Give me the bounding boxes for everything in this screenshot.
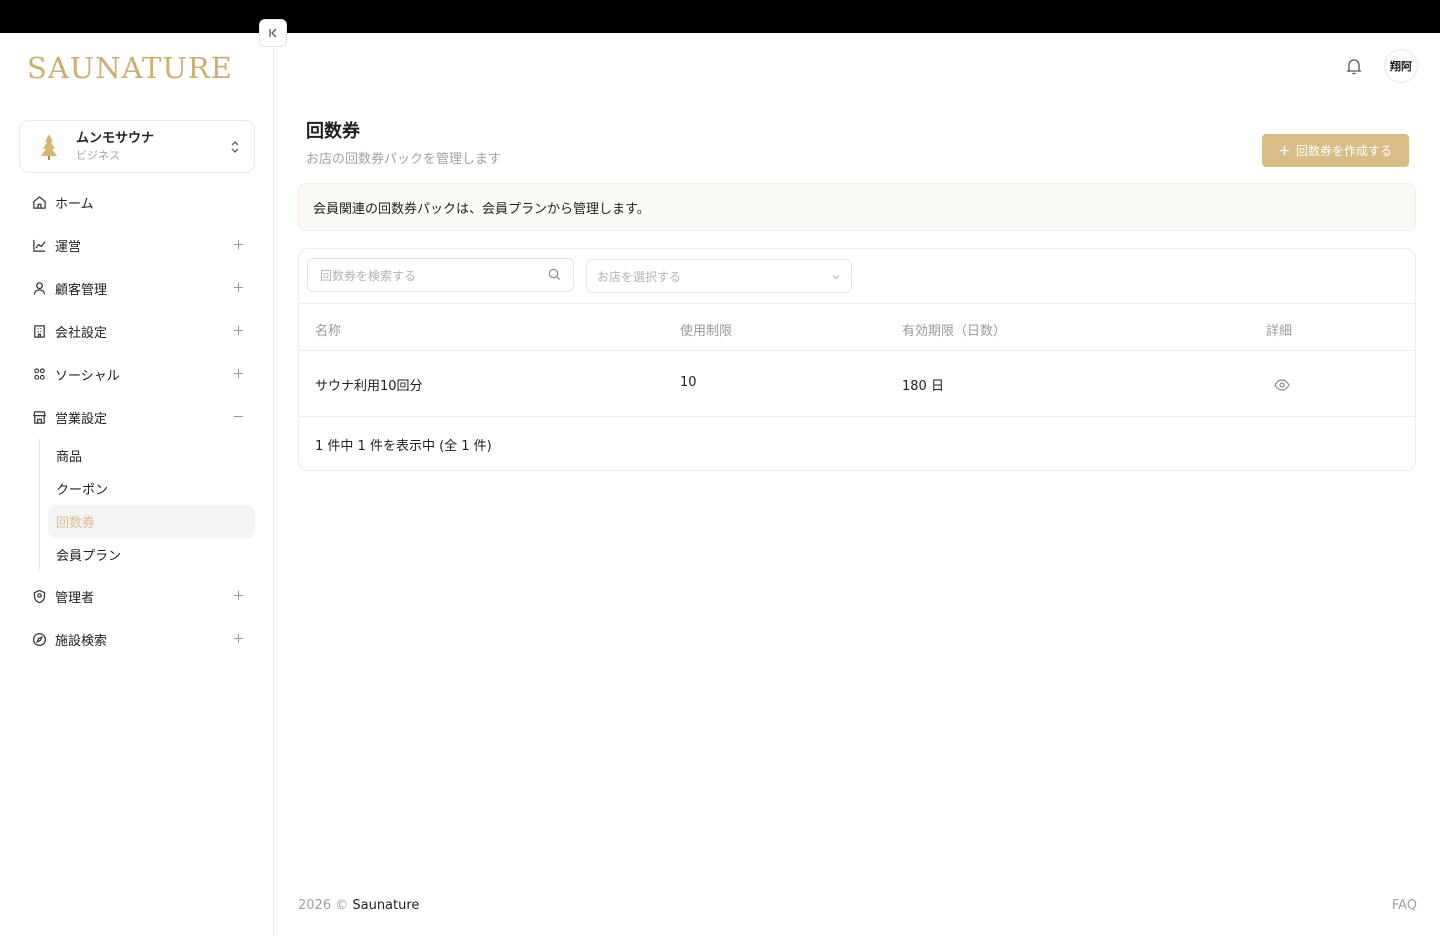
building-icon [31,324,47,340]
chevron-up-down-icon [230,139,240,158]
sidebar-item-label: 施設検索 [55,634,108,649]
submenu-item-products[interactable]: 商品 [48,439,255,472]
column-header-expiry: 有効期限（日数） [902,324,1007,339]
sidebar-collapse-button[interactable] [259,19,287,47]
sidebar-item-label: 運営 [55,240,82,255]
footer-brand: Saunature [352,898,420,913]
search-placeholder: 回数券を検索する [320,268,417,283]
pagination-info: 1 件中 1 件を表示中 (全 1 件) [315,439,492,454]
search-icon [548,268,561,284]
line-chart-icon [31,238,47,254]
create-ticket-button[interactable]: 回数券を作成する [1262,134,1409,167]
sidebar-item-business[interactable]: 営業設定 [19,396,255,439]
submenu-item-membership-plans[interactable]: 会員プラン [48,538,255,571]
store-select-placeholder: お店を選択する [597,269,682,284]
user-avatar[interactable]: 翔阿 [1384,49,1418,83]
sidebar-item-label: 営業設定 [55,412,108,427]
bell-icon[interactable] [1344,56,1364,76]
shield-icon [31,589,47,605]
table-row: サウナ利用10回分 10 180 日 [299,351,1415,417]
brand-logo[interactable]: SAUNATURE [27,51,233,85]
sidebar-item-company[interactable]: 会社設定 [19,310,255,353]
table-header: 名称 使用制限 有効期限（日数） 詳細 [299,303,1415,351]
cell-name: サウナ利用10回分 [315,379,423,394]
home-icon [31,195,47,211]
submenu-item-tickets[interactable]: 回数券 [48,505,255,538]
tickets-table-card: 回数券を検索する お店を選択する 名称 使用制限 有効期限（日数） 詳細 サウナ… [298,248,1416,471]
plus-icon[interactable] [231,323,245,337]
sidebar-item-label: ソーシャル [55,369,120,384]
sidebar-item-facility-search[interactable]: 施設検索 [19,618,255,661]
plus-icon[interactable] [231,631,245,645]
eye-icon[interactable] [1274,376,1290,395]
sidebar-item-customers[interactable]: 顧客管理 [19,267,255,310]
store-switcher[interactable]: ムンモサウナ ビジネス [19,120,255,173]
collapse-left-icon [269,28,277,38]
sidebar-item-admin[interactable]: 管理者 [19,575,255,618]
info-notice: 会員関連の回数券パックは、会員プランから管理します。 [298,183,1416,231]
plus-icon [1279,145,1290,156]
submenu-item-coupons[interactable]: クーポン [48,472,255,505]
minus-icon[interactable] [231,409,245,423]
search-input[interactable]: 回数券を検索する [307,258,574,292]
column-header-details: 詳細 [1266,324,1293,339]
plus-icon[interactable] [231,588,245,602]
plus-icon[interactable] [231,280,245,294]
sidebar-nav: ホーム 運営 顧客管理 会社設定 ソーシャル 営業設定 商品 クーポン 回数券 … [19,181,255,661]
sidebar-item-social[interactable]: ソーシャル [19,353,255,396]
cell-expiry: 180 日 [902,379,944,394]
plus-icon[interactable] [231,366,245,380]
sidebar-item-label: ホーム [55,197,94,212]
footer-copyright: 2026 © Saunature [298,898,419,913]
page-subtitle: お店の回数券パックを管理します [306,152,502,167]
store-name: ムンモサウナ [76,131,155,146]
header-actions: 翔阿 [1344,49,1418,83]
cell-limit: 10 [680,375,697,390]
sidebar-item-operations[interactable]: 運営 [19,224,255,267]
business-submenu: 商品 クーポン 回数券 会員プラン [39,439,255,571]
column-header-name: 名称 [315,324,342,339]
page-title: 回数券 [306,121,360,142]
users-group-icon [31,367,47,383]
plus-icon[interactable] [231,237,245,251]
compass-icon [31,632,47,648]
sidebar-item-label: 会社設定 [55,326,108,341]
user-icon [31,281,47,297]
top-black-bar [0,0,1440,33]
sidebar: SAUNATURE ムンモサウナ ビジネス ホーム 運営 顧客管理 会社設定 ソ… [0,33,274,936]
store-logo-icon [34,130,64,164]
column-header-limit: 使用制限 [680,324,733,339]
sidebar-item-label: 管理者 [55,591,95,606]
store-select[interactable]: お店を選択する [586,259,852,293]
create-ticket-label: 回数券を作成する [1295,144,1392,158]
store-type: ビジネス [76,149,120,162]
sidebar-item-home[interactable]: ホーム [19,181,255,224]
copyright-text: 2026 © [298,898,349,913]
faq-link[interactable]: FAQ [1392,898,1417,913]
store-icon [31,410,47,426]
sidebar-item-label: 顧客管理 [55,283,108,298]
chevron-down-icon [831,271,841,285]
